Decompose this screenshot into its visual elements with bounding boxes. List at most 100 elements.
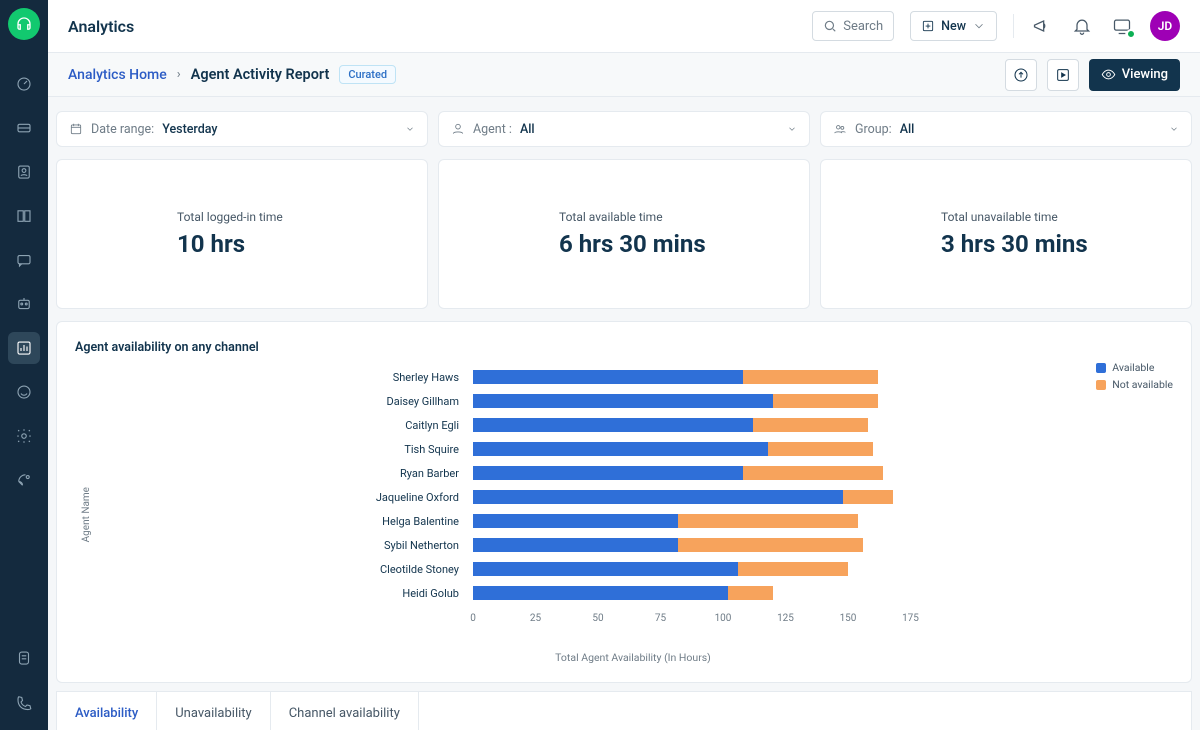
present-button[interactable] (1047, 59, 1079, 91)
bell-icon[interactable] (1070, 14, 1094, 38)
stat-label: Total available time (559, 210, 789, 224)
app-title: Analytics (68, 17, 134, 36)
topbar: Analytics Search New JD (48, 0, 1200, 53)
group-icon (833, 122, 847, 136)
chart-legend: Available Not available (1096, 361, 1173, 395)
chart-bar-row: Tish Squire (93, 437, 1173, 461)
sidebar-item-phone[interactable] (8, 686, 40, 718)
sidebar-item-contacts[interactable] (8, 156, 40, 188)
bar-segment (473, 418, 753, 432)
sidebar-item-apps[interactable] (8, 464, 40, 496)
bar-track (473, 490, 923, 504)
stat-value: 10 hrs (177, 230, 407, 258)
chart-bar-row: Daisey Gillham (93, 389, 1173, 413)
chevron-down-icon (787, 124, 797, 134)
bar-track (473, 370, 923, 384)
bar-track (473, 562, 923, 576)
bar-label: Cleotilde Stoney (93, 563, 473, 576)
bar-track (473, 538, 923, 552)
chart-bar-row: Cleotilde Stoney (93, 557, 1173, 581)
bar-segment (768, 442, 873, 456)
x-axis-label: Total Agent Availability (In Hours) (93, 651, 1173, 664)
chevron-down-icon (405, 124, 415, 134)
sidebar-item-social[interactable] (8, 376, 40, 408)
stat-value: 3 hrs 30 mins (941, 230, 1171, 258)
user-avatar[interactable]: JD (1150, 11, 1180, 41)
viewing-button[interactable]: Viewing (1089, 59, 1180, 91)
chart-card: Agent availability on any channel Agent … (56, 321, 1192, 683)
user-icon (451, 122, 465, 136)
chart-title: Agent availability on any channel (75, 340, 1173, 355)
bar-label: Heidi Golub (93, 587, 473, 600)
bar-label: Ryan Barber (93, 467, 473, 480)
sidebar-item-analytics[interactable] (8, 332, 40, 364)
search-placeholder: Search (843, 19, 883, 34)
stat-card: Total logged-in time 10 hrs (56, 159, 428, 309)
bar-segment (743, 466, 883, 480)
breadcrumb-separator: › (177, 67, 181, 82)
left-sidebar (0, 0, 48, 730)
chart-bar-row: Sherley Haws (93, 365, 1173, 389)
bar-segment (473, 514, 678, 528)
bar-track (473, 514, 923, 528)
bar-track (473, 442, 923, 456)
stat-label: Total unavailable time (941, 210, 1171, 224)
chart-bar-row: Sybil Netherton (93, 533, 1173, 557)
plus-icon (921, 19, 935, 33)
sidebar-item-knowledge[interactable] (8, 200, 40, 232)
bar-segment (743, 370, 878, 384)
sidebar-item-dashboard[interactable] (8, 68, 40, 100)
bar-segment (678, 538, 863, 552)
bar-label: Daisey Gillham (93, 395, 473, 408)
bar-segment (678, 514, 858, 528)
bar-segment (753, 418, 868, 432)
chart-bar-row: Caitlyn Egli (93, 413, 1173, 437)
bar-segment (473, 466, 743, 480)
bar-label: Jaqueline Oxford (93, 491, 473, 504)
bar-segment (473, 586, 728, 600)
sidebar-item-settings[interactable] (8, 420, 40, 452)
search-icon (823, 19, 837, 33)
bar-segment (728, 586, 773, 600)
chart-bar-row: Helga Balentine (93, 509, 1173, 533)
sidebar-item-tickets[interactable] (8, 112, 40, 144)
curated-badge: Curated (339, 65, 396, 84)
stat-label: Total logged-in time (177, 210, 407, 224)
filter-agent[interactable]: Agent : All (438, 111, 810, 147)
search-input[interactable]: Search (812, 11, 894, 41)
bar-segment (738, 562, 848, 576)
bar-label: Helga Balentine (93, 515, 473, 528)
header-row: Analytics Home › Agent Activity Report C… (48, 53, 1200, 97)
app-logo[interactable] (8, 8, 40, 40)
bar-track (473, 586, 923, 600)
filter-date-range[interactable]: Date range: Yesterday (56, 111, 428, 147)
sidebar-item-notes[interactable] (8, 642, 40, 674)
bar-track (473, 394, 923, 408)
chart-bar-row: Jaqueline Oxford (93, 485, 1173, 509)
chart-bar-row: Heidi Golub (93, 581, 1173, 605)
bar-track (473, 418, 923, 432)
breadcrumb-root[interactable]: Analytics Home (68, 67, 167, 83)
bar-label: Sybil Netherton (93, 539, 473, 552)
calendar-icon (69, 122, 83, 136)
bar-label: Sherley Haws (93, 371, 473, 384)
tabs: AvailabilityUnavailabilityChannel availa… (56, 691, 1192, 730)
announce-icon[interactable] (1030, 14, 1054, 38)
sidebar-item-chat[interactable] (8, 244, 40, 276)
stat-card: Total unavailable time 3 hrs 30 mins (820, 159, 1192, 309)
page-title: Agent Activity Report (191, 66, 330, 83)
device-status-icon[interactable] (1110, 14, 1134, 38)
tab-unavailability[interactable]: Unavailability (157, 692, 270, 730)
chart-bar-row: Ryan Barber (93, 461, 1173, 485)
bar-label: Tish Squire (93, 443, 473, 456)
filter-group[interactable]: Group: All (820, 111, 1192, 147)
bar-segment (473, 442, 768, 456)
new-button[interactable]: New (910, 11, 997, 41)
tab-channel-availability[interactable]: Channel availability (271, 692, 419, 730)
bar-segment (473, 394, 773, 408)
bar-segment (473, 562, 738, 576)
tab-availability[interactable]: Availability (57, 692, 157, 730)
sidebar-item-bot[interactable] (8, 288, 40, 320)
bar-segment (773, 394, 878, 408)
export-button[interactable] (1005, 59, 1037, 91)
